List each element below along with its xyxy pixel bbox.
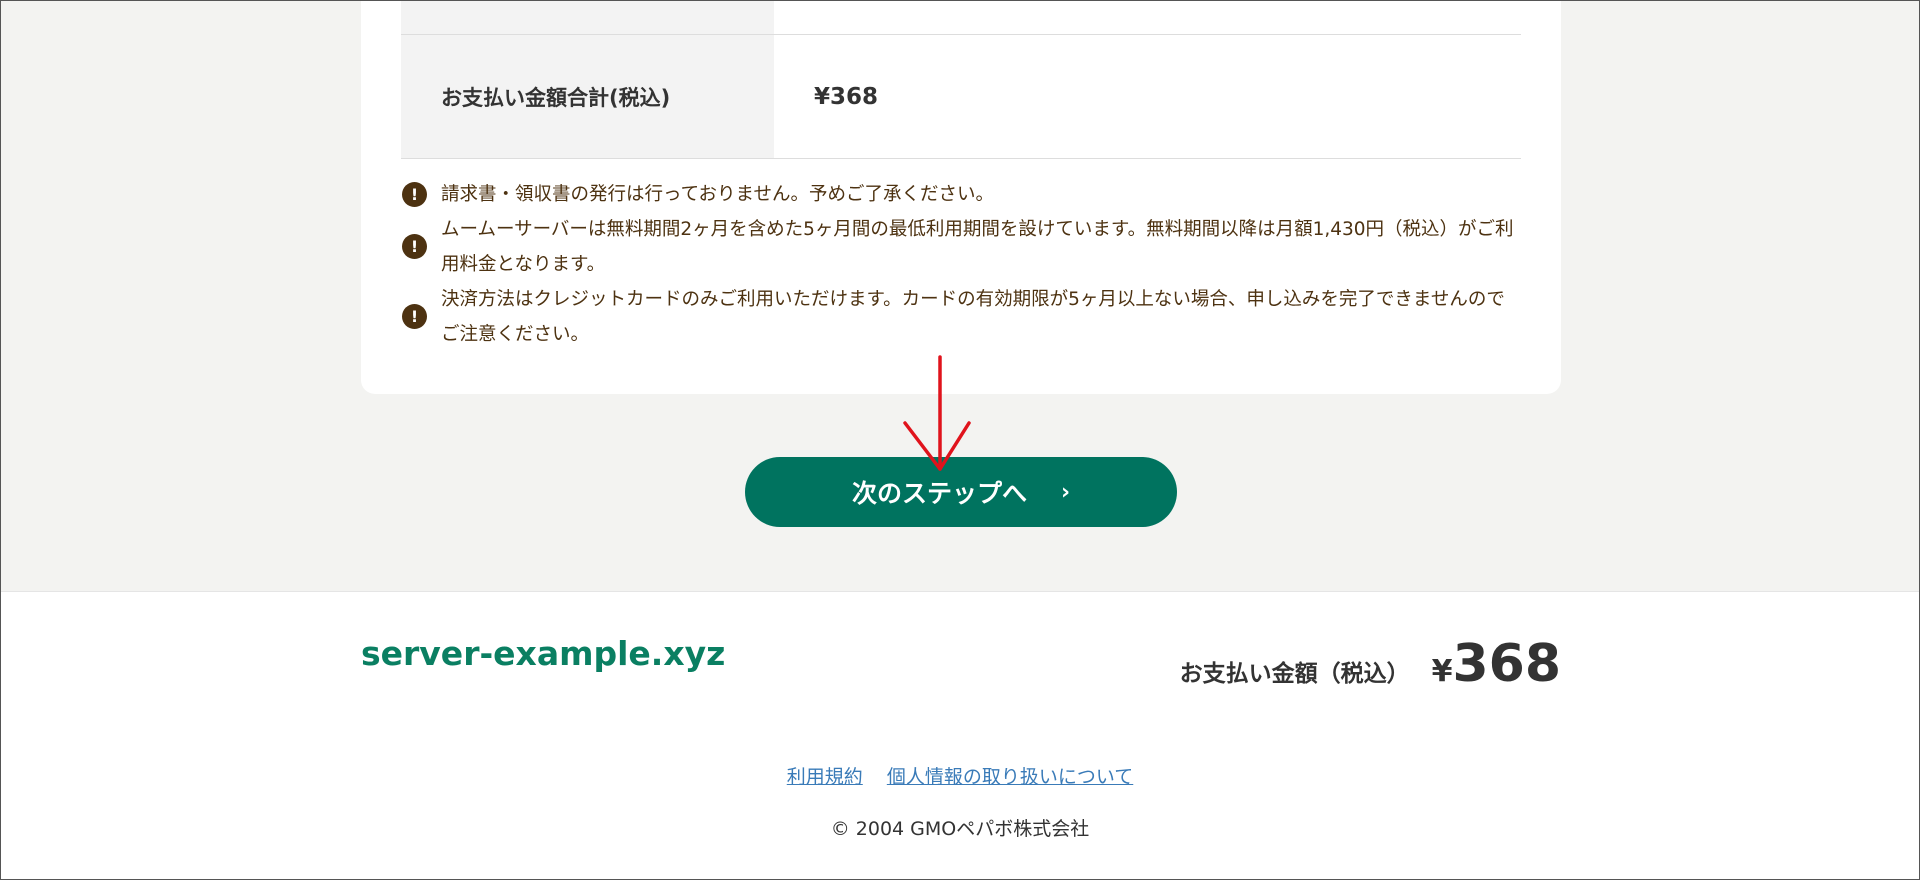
annotation-arrow — [903, 355, 971, 471]
arrow-down-icon — [903, 355, 971, 471]
summary-row-total: お支払い金額合計(税込) ¥368 — [401, 35, 1521, 159]
footer-total-amount: 368 — [1452, 634, 1561, 694]
copyright: © 2004 GMOペパボ株式会社 — [830, 818, 1090, 840]
footer-total-label: お支払い金額（税込） — [1179, 661, 1410, 687]
yen-symbol: ¥ — [1431, 654, 1453, 689]
note-text: 決済方法はクレジットカードのみご利用いただけます。カードの有効期限が5ヶ月以上な… — [441, 289, 1505, 345]
next-step-label: 次のステップへ — [851, 479, 1027, 508]
page-frame: お支払い金額合計(税込) ¥368 ! 請求書・領収書の発行は行っておりません。… — [0, 0, 1920, 880]
footer-total: お支払い金額（税込） ¥ 368 — [1180, 634, 1561, 694]
notes-list: ! 請求書・領収書の発行は行っておりません。予めご了承ください。 ! ムームーサ… — [401, 177, 1521, 352]
privacy-link[interactable]: 個人情報の取り扱いについて — [887, 766, 1133, 788]
summary-row-previous-header — [401, 1, 774, 34]
exclamation-icon: ! — [402, 234, 427, 259]
total-label: お支払い金額合計(税込) — [401, 35, 774, 158]
summary-row-previous — [401, 1, 1521, 35]
chevron-right-icon: › — [1060, 479, 1071, 505]
total-value: ¥368 — [814, 83, 879, 110]
note-item: ! 決済方法はクレジットカードのみご利用いただけます。カードの有効期限が5ヶ月以… — [401, 282, 1521, 352]
footer-links: 利用規約 個人情報の取り扱いについて — [1, 762, 1919, 789]
exclamation-icon: ! — [402, 304, 427, 329]
footer: server-example.xyz お支払い金額（税込） ¥ 368 利用規約… — [1, 591, 1919, 879]
content-area: お支払い金額合計(税込) ¥368 ! 請求書・領収書の発行は行っておりません。… — [1, 1, 1919, 591]
exclamation-icon: ! — [402, 182, 427, 207]
note-text: 請求書・領収書の発行は行っておりません。予めご了承ください。 — [441, 184, 994, 205]
domain-name: server-example.xyz — [361, 634, 726, 673]
note-text: ムームーサーバーは無料期間2ヶ月を含めた5ヶ月間の最低利用期間を設けています。無… — [441, 219, 1514, 275]
terms-link[interactable]: 利用規約 — [787, 766, 863, 788]
note-item: ! 請求書・領収書の発行は行っておりません。予めご了承ください。 — [401, 177, 1521, 212]
note-item: ! ムームーサーバーは無料期間2ヶ月を含めた5ヶ月間の最低利用期間を設けています… — [401, 212, 1521, 282]
order-summary-card: お支払い金額合計(税込) ¥368 ! 請求書・領収書の発行は行っておりません。… — [361, 1, 1561, 394]
